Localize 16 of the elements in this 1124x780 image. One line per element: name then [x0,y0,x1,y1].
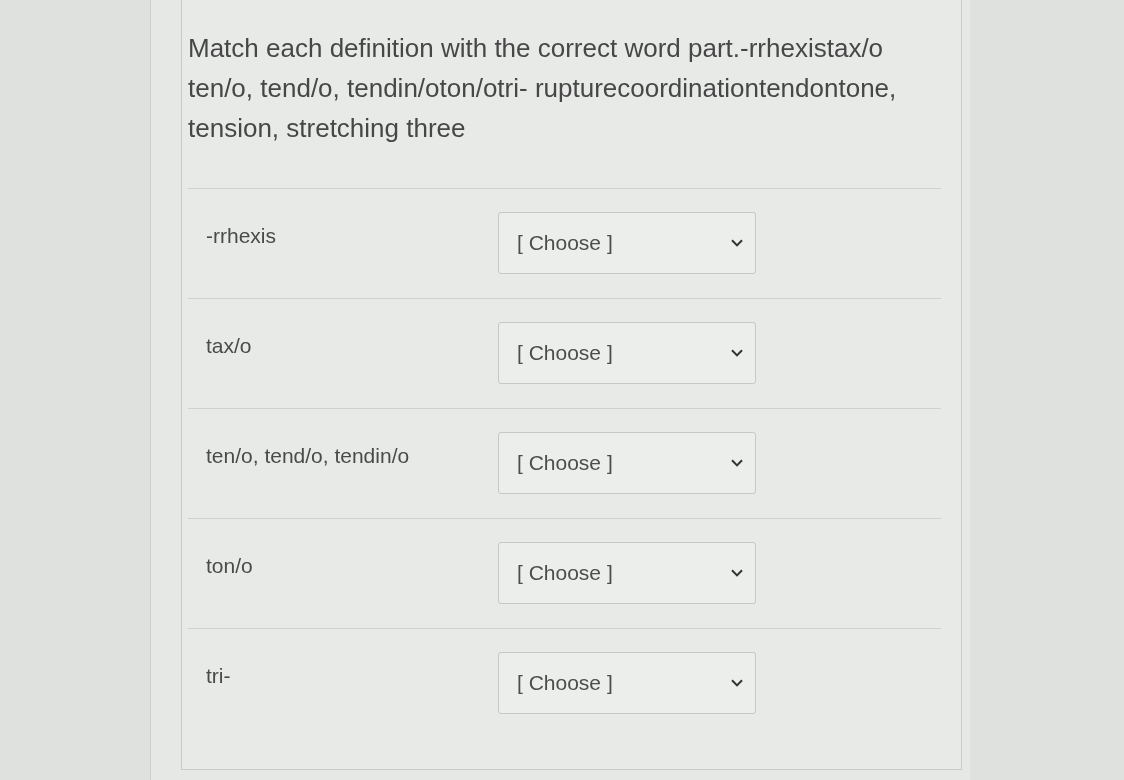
chevron-down-icon [731,569,743,577]
answer-dropdown[interactable]: [ Choose ] [498,212,756,274]
answer-dropdown[interactable]: [ Choose ] [498,322,756,384]
answer-dropdown[interactable]: [ Choose ] [498,432,756,494]
chevron-down-icon [731,459,743,467]
word-part-label: ton/o [206,553,253,578]
chevron-down-icon [731,239,743,247]
word-part-label: ten/o, tend/o, tendin/o [206,443,410,468]
word-part-label: tax/o [206,333,252,358]
answer-dropdown[interactable]: [ Choose ] [498,542,756,604]
answer-dropdown[interactable]: [ Choose ] [498,652,756,714]
word-part-label: -rrhexis [206,223,276,248]
word-part-label: tri- [206,663,231,688]
question-text: Match each definition with the correct word part.-rrhexistax/o ten/o, tend/o, tendin/oton/otri- rupturecoordinationtendontone, tension, stretching three [188,32,898,145]
chevron-down-icon [731,679,743,687]
chevron-down-icon [731,349,743,357]
